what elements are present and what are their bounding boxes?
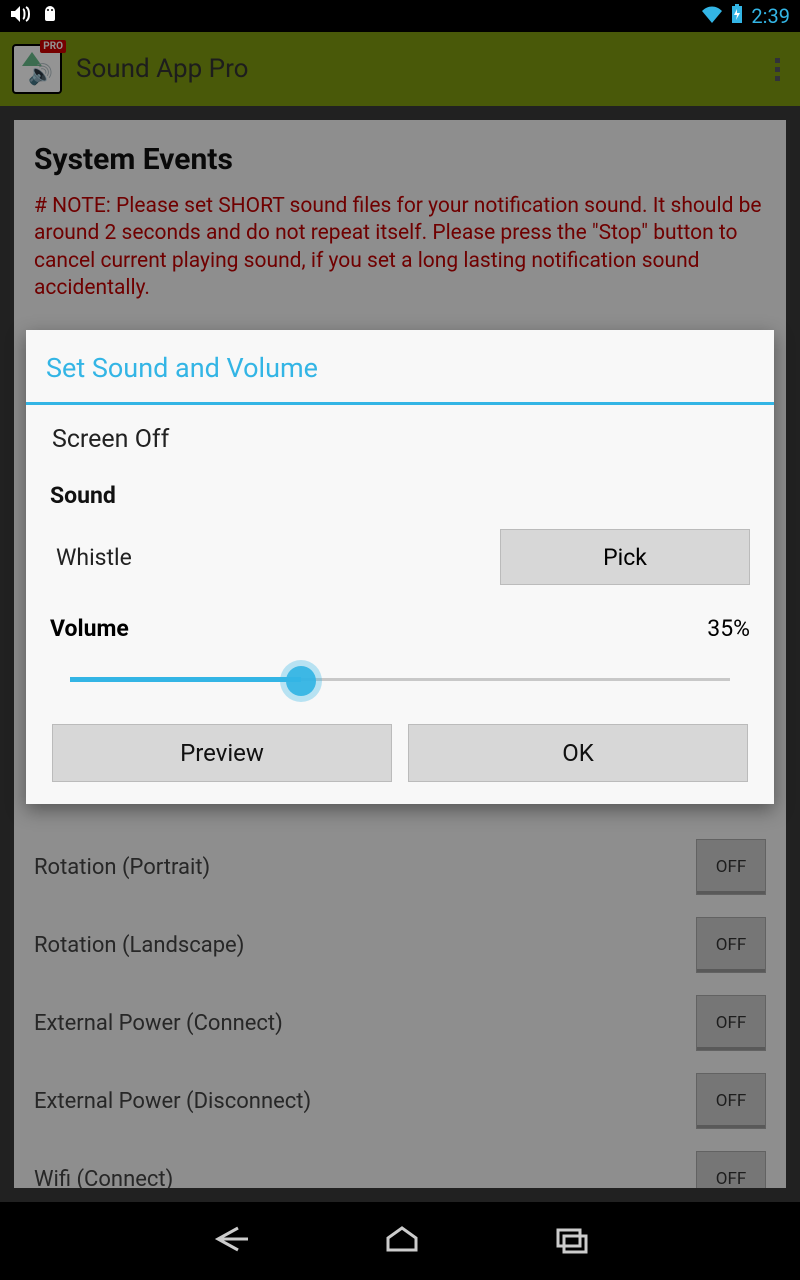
selected-sound-value: Whistle (50, 544, 500, 571)
ok-button[interactable]: OK (408, 724, 748, 782)
slider-thumb[interactable] (286, 666, 316, 696)
pick-button[interactable]: Pick (500, 529, 750, 585)
home-button[interactable] (382, 1224, 422, 1258)
preview-button[interactable]: Preview (52, 724, 392, 782)
slider-fill (70, 677, 301, 682)
navigation-bar (0, 1202, 800, 1280)
back-button[interactable] (208, 1224, 252, 1258)
recents-button[interactable] (552, 1224, 592, 1258)
volume-section-label: Volume (50, 615, 707, 642)
android-debug-icon (40, 5, 60, 28)
dialog-title: Set Sound and Volume (26, 330, 774, 402)
dialog-event-name: Screen Off (50, 425, 750, 454)
status-clock: 2:39 (751, 4, 790, 28)
volume-value: 35% (707, 615, 750, 642)
sound-section-label: Sound (50, 482, 750, 509)
wifi-icon (701, 5, 723, 28)
volume-icon (10, 5, 30, 28)
volume-slider[interactable] (70, 660, 730, 700)
battery-charging-icon (731, 4, 743, 29)
set-sound-dialog: Set Sound and Volume Screen Off Sound Wh… (26, 330, 774, 804)
status-bar: 2:39 (0, 0, 800, 32)
